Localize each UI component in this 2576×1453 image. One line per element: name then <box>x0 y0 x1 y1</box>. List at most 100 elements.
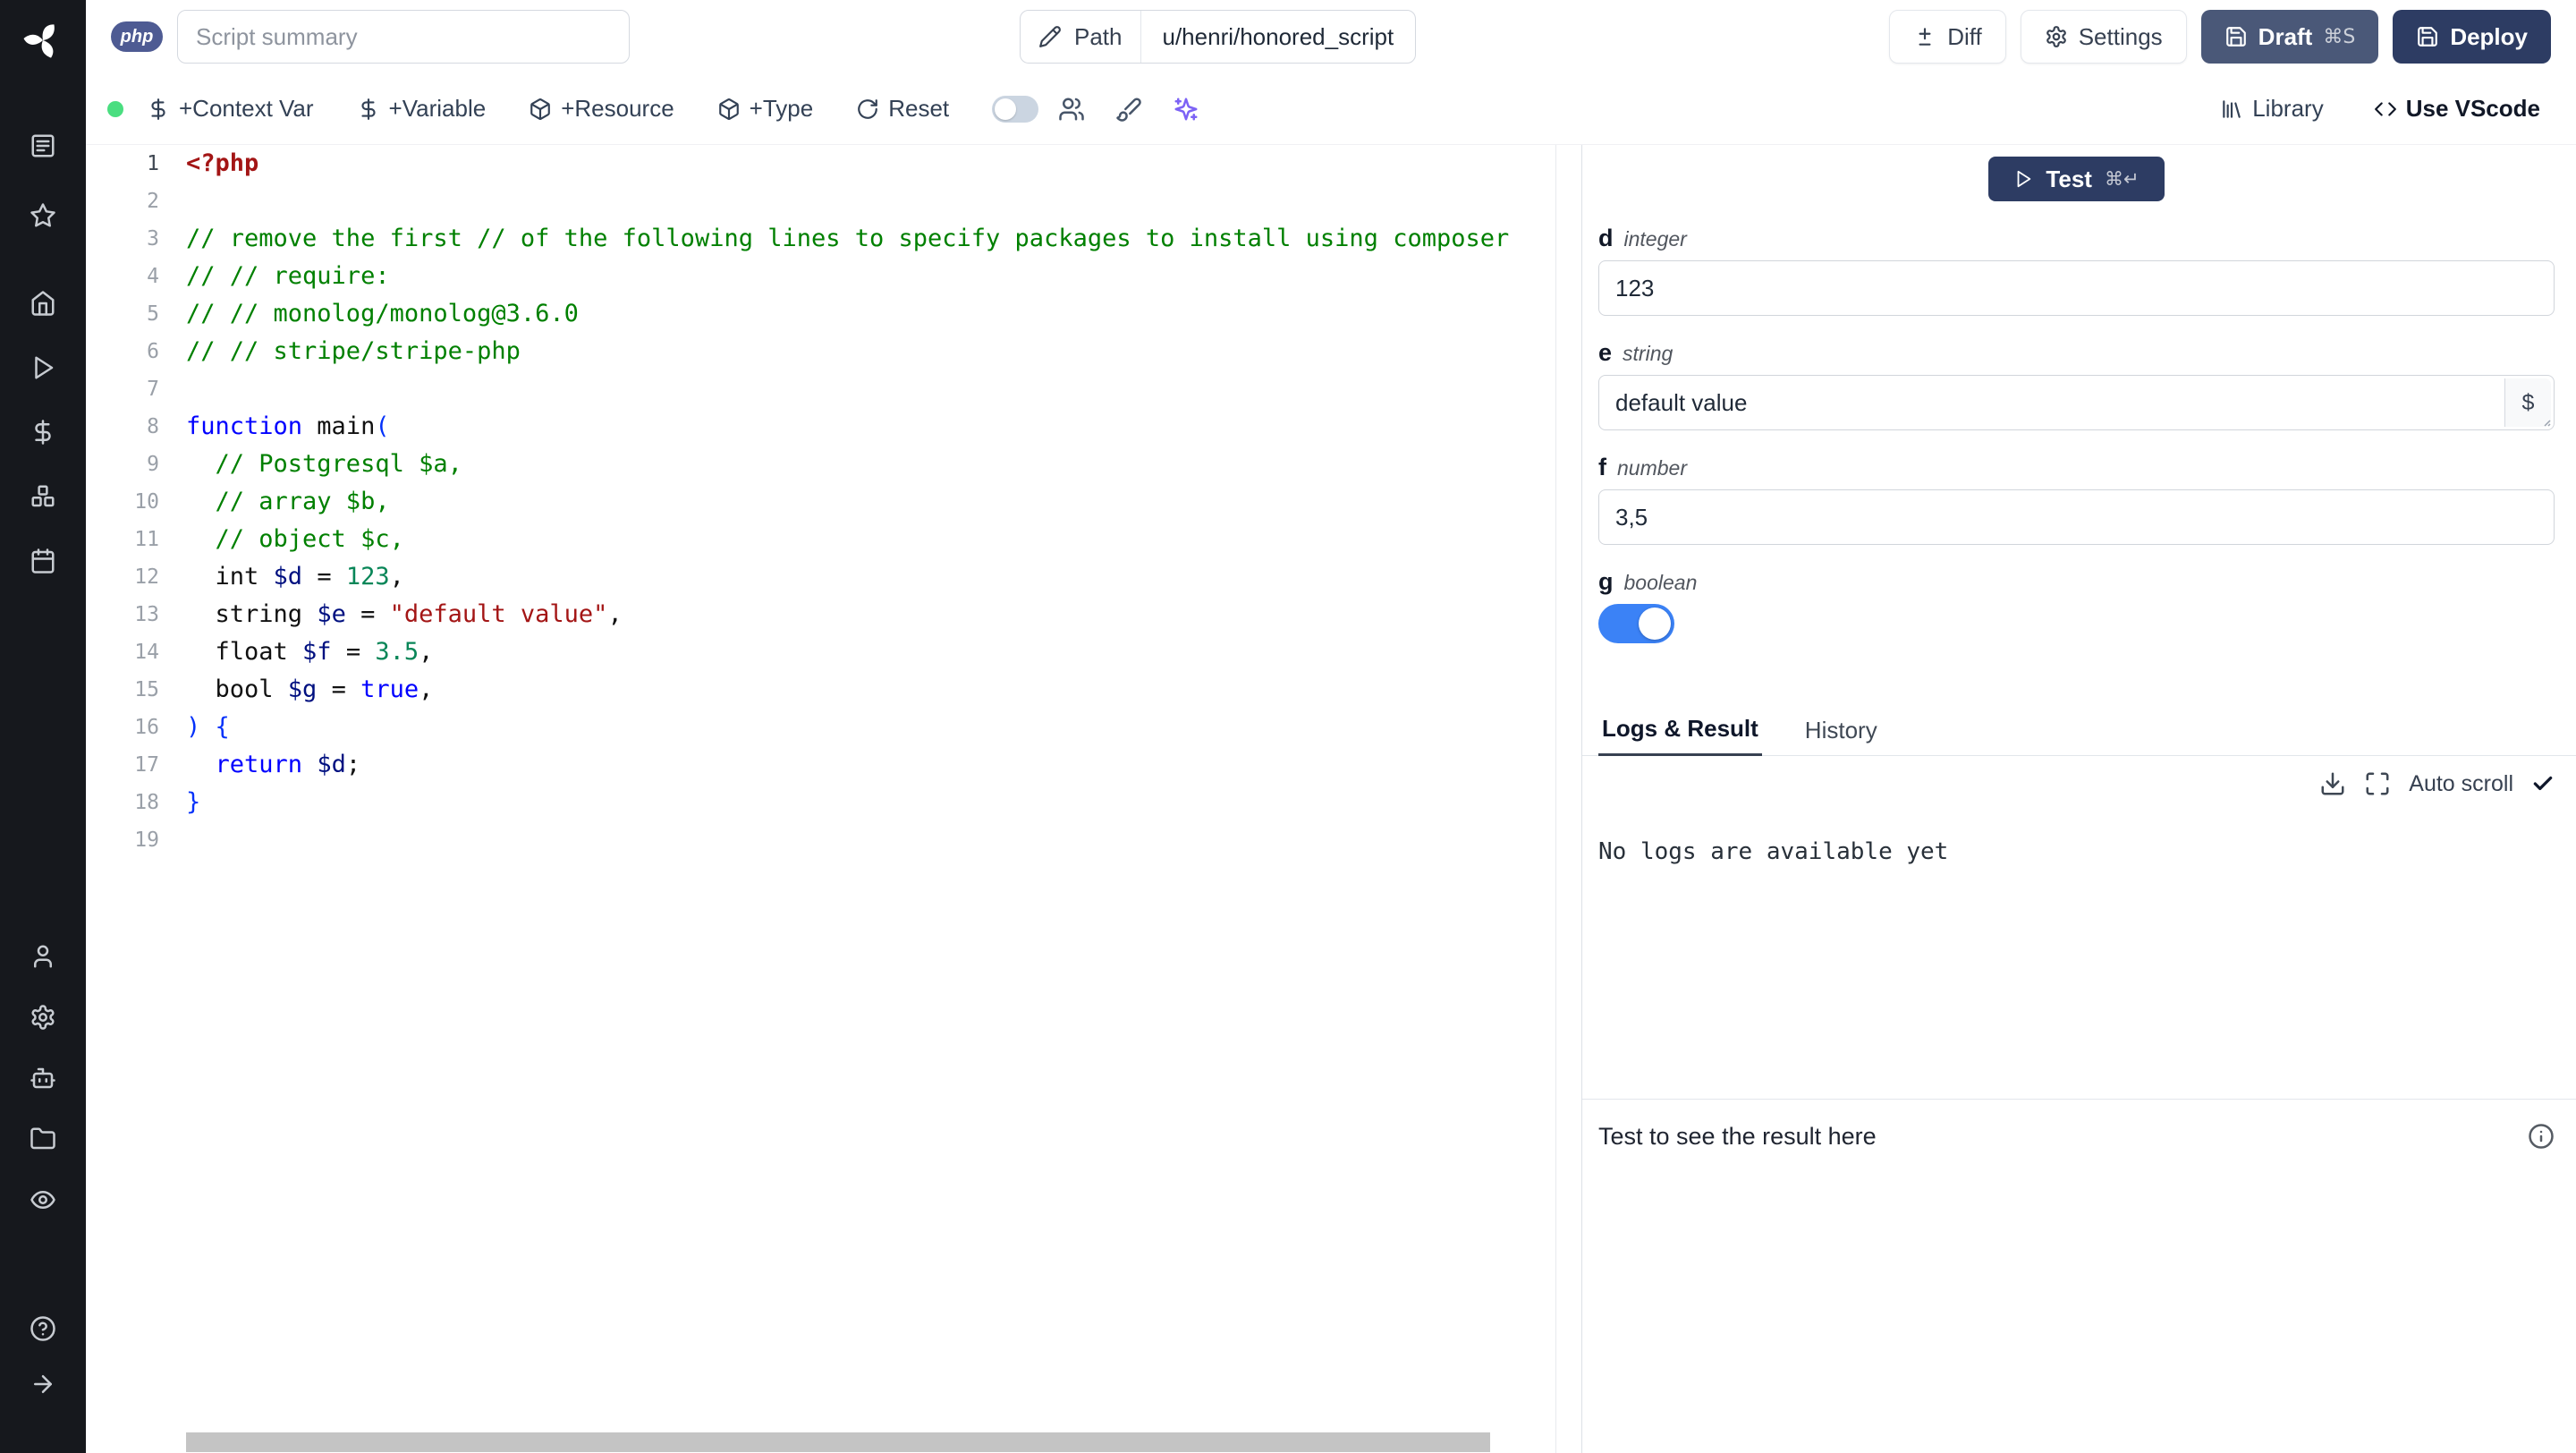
field-d-type: integer <box>1623 227 1687 251</box>
sidebar-item-runs[interactable] <box>21 353 64 382</box>
test-shortcut: ⌘↵ <box>2104 168 2140 190</box>
code-line-16[interactable]: 16) { <box>86 709 1555 746</box>
code-editor[interactable]: 1 <?php 2 3// remove the first // of the fo… <box>86 145 1556 1453</box>
users-toggle-button[interactable] <box>1058 96 1085 123</box>
topbar: php Path u/henri/honored_script Diff Set… <box>86 0 2576 73</box>
code-line-17[interactable]: 17 return $d; <box>86 746 1555 784</box>
use-vscode-button[interactable]: Use VScode <box>2374 95 2540 123</box>
sidebar-item-variables[interactable] <box>21 418 64 446</box>
code-line-11[interactable]: 11 // object $c, <box>86 521 1555 558</box>
sidebar-logo[interactable] <box>22 20 64 65</box>
dollar-icon <box>357 98 380 121</box>
deploy-button[interactable]: Deploy <box>2393 10 2551 64</box>
play-icon <box>30 354 56 381</box>
add-variable-button[interactable]: +Variable <box>357 95 486 123</box>
sidebar-item-users[interactable] <box>21 942 64 971</box>
sidebar-item-audit[interactable] <box>21 1185 64 1214</box>
code-line-3[interactable]: 3// remove the first // of the following… <box>86 220 1555 258</box>
toolbar-toggle[interactable] <box>992 95 1039 123</box>
field-f-name: f <box>1598 454 1606 480</box>
add-resource-button[interactable]: +Resource <box>529 95 674 123</box>
code-line-14[interactable]: 14 float $f = 3.5, <box>86 633 1555 671</box>
resize-handle-icon[interactable] <box>2539 415 2552 428</box>
sidebar-item-folders[interactable] <box>21 1125 64 1153</box>
package-icon <box>529 98 552 121</box>
path-control[interactable]: Path u/henri/honored_script <box>1020 10 1417 64</box>
windmill-script-editor: php Path u/henri/honored_script Diff Set… <box>0 0 2576 1453</box>
settings-button[interactable]: Settings <box>2020 10 2187 64</box>
code-line-19[interactable]: 19 <box>86 821 1555 859</box>
gear-icon <box>30 1004 56 1031</box>
sidebar-item-resources[interactable] <box>21 482 64 511</box>
script-summary-input[interactable] <box>177 10 630 64</box>
add-type-button[interactable]: +Type <box>717 95 813 123</box>
code-line-1[interactable]: 1 <?php <box>86 145 1555 183</box>
ai-assistant-button[interactable] <box>1173 96 1199 123</box>
code-line-13[interactable]: 13 string $e = "default value", <box>86 596 1555 633</box>
expand-logs-icon[interactable] <box>2364 770 2391 797</box>
sidebar <box>0 0 86 1453</box>
draft-button[interactable]: Draft ⌘S <box>2200 10 2379 64</box>
code-line-18[interactable]: 18} <box>86 784 1555 821</box>
test-button-label: Test <box>2046 165 2092 192</box>
diff-button[interactable]: Diff <box>1889 10 2006 64</box>
code-line-6[interactable]: 6// // stripe/stripe-php <box>86 333 1555 370</box>
info-icon[interactable] <box>2528 1123 2555 1150</box>
horizontal-scrollbar[interactable] <box>186 1432 1490 1452</box>
draft-shortcut: ⌘S <box>2323 25 2356 48</box>
sidebar-item-favorites[interactable] <box>21 201 64 230</box>
test-button[interactable]: Test ⌘↵ <box>1988 157 2165 201</box>
vscode-icon <box>2374 98 2397 121</box>
field-g: g boolean <box>1598 568 2555 643</box>
code-line-4[interactable]: 4// // require: <box>86 258 1555 295</box>
add-context-var-button[interactable]: +Context Var <box>147 95 314 123</box>
field-e-input[interactable] <box>1598 375 2555 430</box>
play-icon <box>2013 169 2033 189</box>
code-line-9[interactable]: 9 // Postgresql $a, <box>86 446 1555 483</box>
auto-scroll-check-icon[interactable] <box>2531 772 2555 795</box>
tab-history[interactable]: History <box>1801 717 1881 755</box>
library-icon <box>2220 98 2243 121</box>
sidebar-item-help[interactable] <box>21 1314 64 1343</box>
panel-splitter[interactable] <box>1556 145 1581 1453</box>
sidebar-item-home[interactable] <box>21 289 64 318</box>
brush-icon <box>1115 96 1142 123</box>
download-logs-icon[interactable] <box>2319 770 2346 797</box>
tab-logs-result[interactable]: Logs & Result <box>1598 715 1762 756</box>
field-d-name: d <box>1598 225 1614 251</box>
status-dot <box>107 100 123 117</box>
library-button[interactable]: Library <box>2220 95 2324 123</box>
code-line-10[interactable]: 10 // array $b, <box>86 483 1555 521</box>
dollar-icon <box>147 98 170 121</box>
folder-icon <box>30 1126 56 1152</box>
reset-button[interactable]: Reset <box>856 95 949 123</box>
sidebar-item-settings[interactable] <box>21 1003 64 1032</box>
sidebar-item-schedules[interactable] <box>21 547 64 575</box>
code-line-7[interactable]: 7 <box>86 370 1555 408</box>
code-line-8[interactable]: 8 function main( <box>86 408 1555 446</box>
result-hint: Test to see the result here <box>1598 1123 1877 1150</box>
code-line-2[interactable]: 2 <box>86 183 1555 220</box>
sidebar-item-workspace[interactable] <box>21 132 64 160</box>
field-d-input[interactable] <box>1598 260 2555 316</box>
field-e-type: string <box>1623 342 1674 365</box>
home-icon <box>30 290 56 317</box>
boolean-toggle-g[interactable] <box>1598 604 1674 643</box>
sidebar-expand[interactable] <box>21 1370 64 1398</box>
draft-button-label: Draft <box>2258 22 2313 50</box>
code-line-12[interactable]: 12 int $d = 123, <box>86 558 1555 596</box>
dollar-icon <box>30 419 56 446</box>
field-g-name: g <box>1598 568 1614 595</box>
gear-icon <box>2045 25 2068 48</box>
field-e: e string $ <box>1598 339 2555 430</box>
pencil-icon <box>1038 25 1062 48</box>
settings-button-label: Settings <box>2078 22 2163 50</box>
format-button[interactable] <box>1115 96 1142 123</box>
sidebar-item-workers[interactable] <box>21 1064 64 1092</box>
field-f-input[interactable] <box>1598 489 2555 545</box>
code-line-5[interactable]: 5// // monolog/monolog@3.6.0 <box>86 295 1555 333</box>
library-label: Library <box>2252 95 2324 122</box>
code-line-15[interactable]: 15 bool $g = true, <box>86 671 1555 709</box>
diff-icon <box>1913 25 1936 48</box>
add-resource-label: +Resource <box>561 95 674 122</box>
